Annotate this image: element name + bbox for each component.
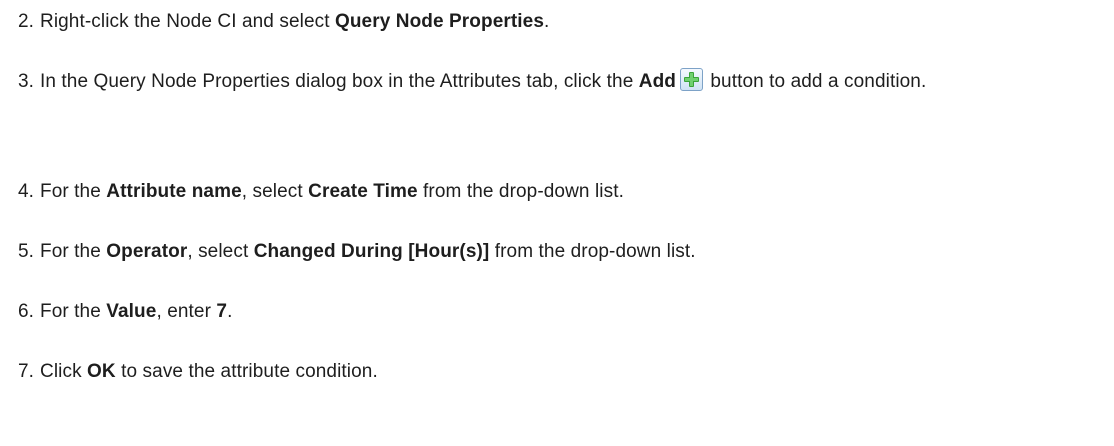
step-text-part: . bbox=[227, 301, 233, 322]
step-text-part: from the drop-down list. bbox=[417, 181, 624, 202]
ui-term-bold: Value bbox=[106, 301, 157, 322]
step-text: Right-click the Node CI and select Query… bbox=[40, 8, 1110, 35]
instructions-document: 2. Right-click the Node CI and select Qu… bbox=[0, 0, 1114, 446]
ui-term-bold: Changed During [Hour(s)] bbox=[253, 241, 490, 262]
step-text: In the Query Node Properties dialog box … bbox=[40, 68, 1110, 95]
ui-term-bold: OK bbox=[87, 361, 116, 382]
step-text-part: Click bbox=[40, 361, 88, 382]
step-text-part: , select bbox=[187, 241, 254, 262]
step-text-part: For the bbox=[40, 241, 107, 262]
ui-term-bold: Create Time bbox=[308, 181, 418, 202]
step-text-part: button to add a condition. bbox=[704, 71, 927, 92]
step-text: Click OK to save the attribute condition… bbox=[40, 358, 1110, 385]
ui-term-bold: 7 bbox=[216, 301, 228, 322]
step-text-part: , enter bbox=[156, 301, 217, 322]
step-text: For the Attribute name, select Create Ti… bbox=[40, 178, 1110, 205]
ui-term-bold: Query Node Properties bbox=[334, 11, 545, 32]
add-plus-icon bbox=[679, 68, 703, 91]
ui-term-bold: Add bbox=[638, 71, 676, 92]
ui-term-bold: Attribute name bbox=[106, 181, 242, 202]
step-text-part: , select bbox=[241, 181, 309, 202]
step-text-part: to save the attribute condition. bbox=[115, 361, 378, 382]
step-text-part: For the bbox=[40, 181, 107, 202]
step-text-part: For the bbox=[40, 301, 107, 322]
step-text: For the Value, enter 7. bbox=[40, 298, 1110, 325]
step-text-part: Right-click the Node CI and select bbox=[40, 11, 335, 32]
step-text-part: In the Query Node Properties dialog box … bbox=[40, 71, 639, 92]
step-text-part: from the drop-down list. bbox=[489, 241, 696, 262]
ui-term-bold: Operator bbox=[106, 241, 188, 262]
step-text-part: . bbox=[544, 11, 550, 32]
step-text: For the Operator, select Changed During … bbox=[40, 238, 1110, 265]
